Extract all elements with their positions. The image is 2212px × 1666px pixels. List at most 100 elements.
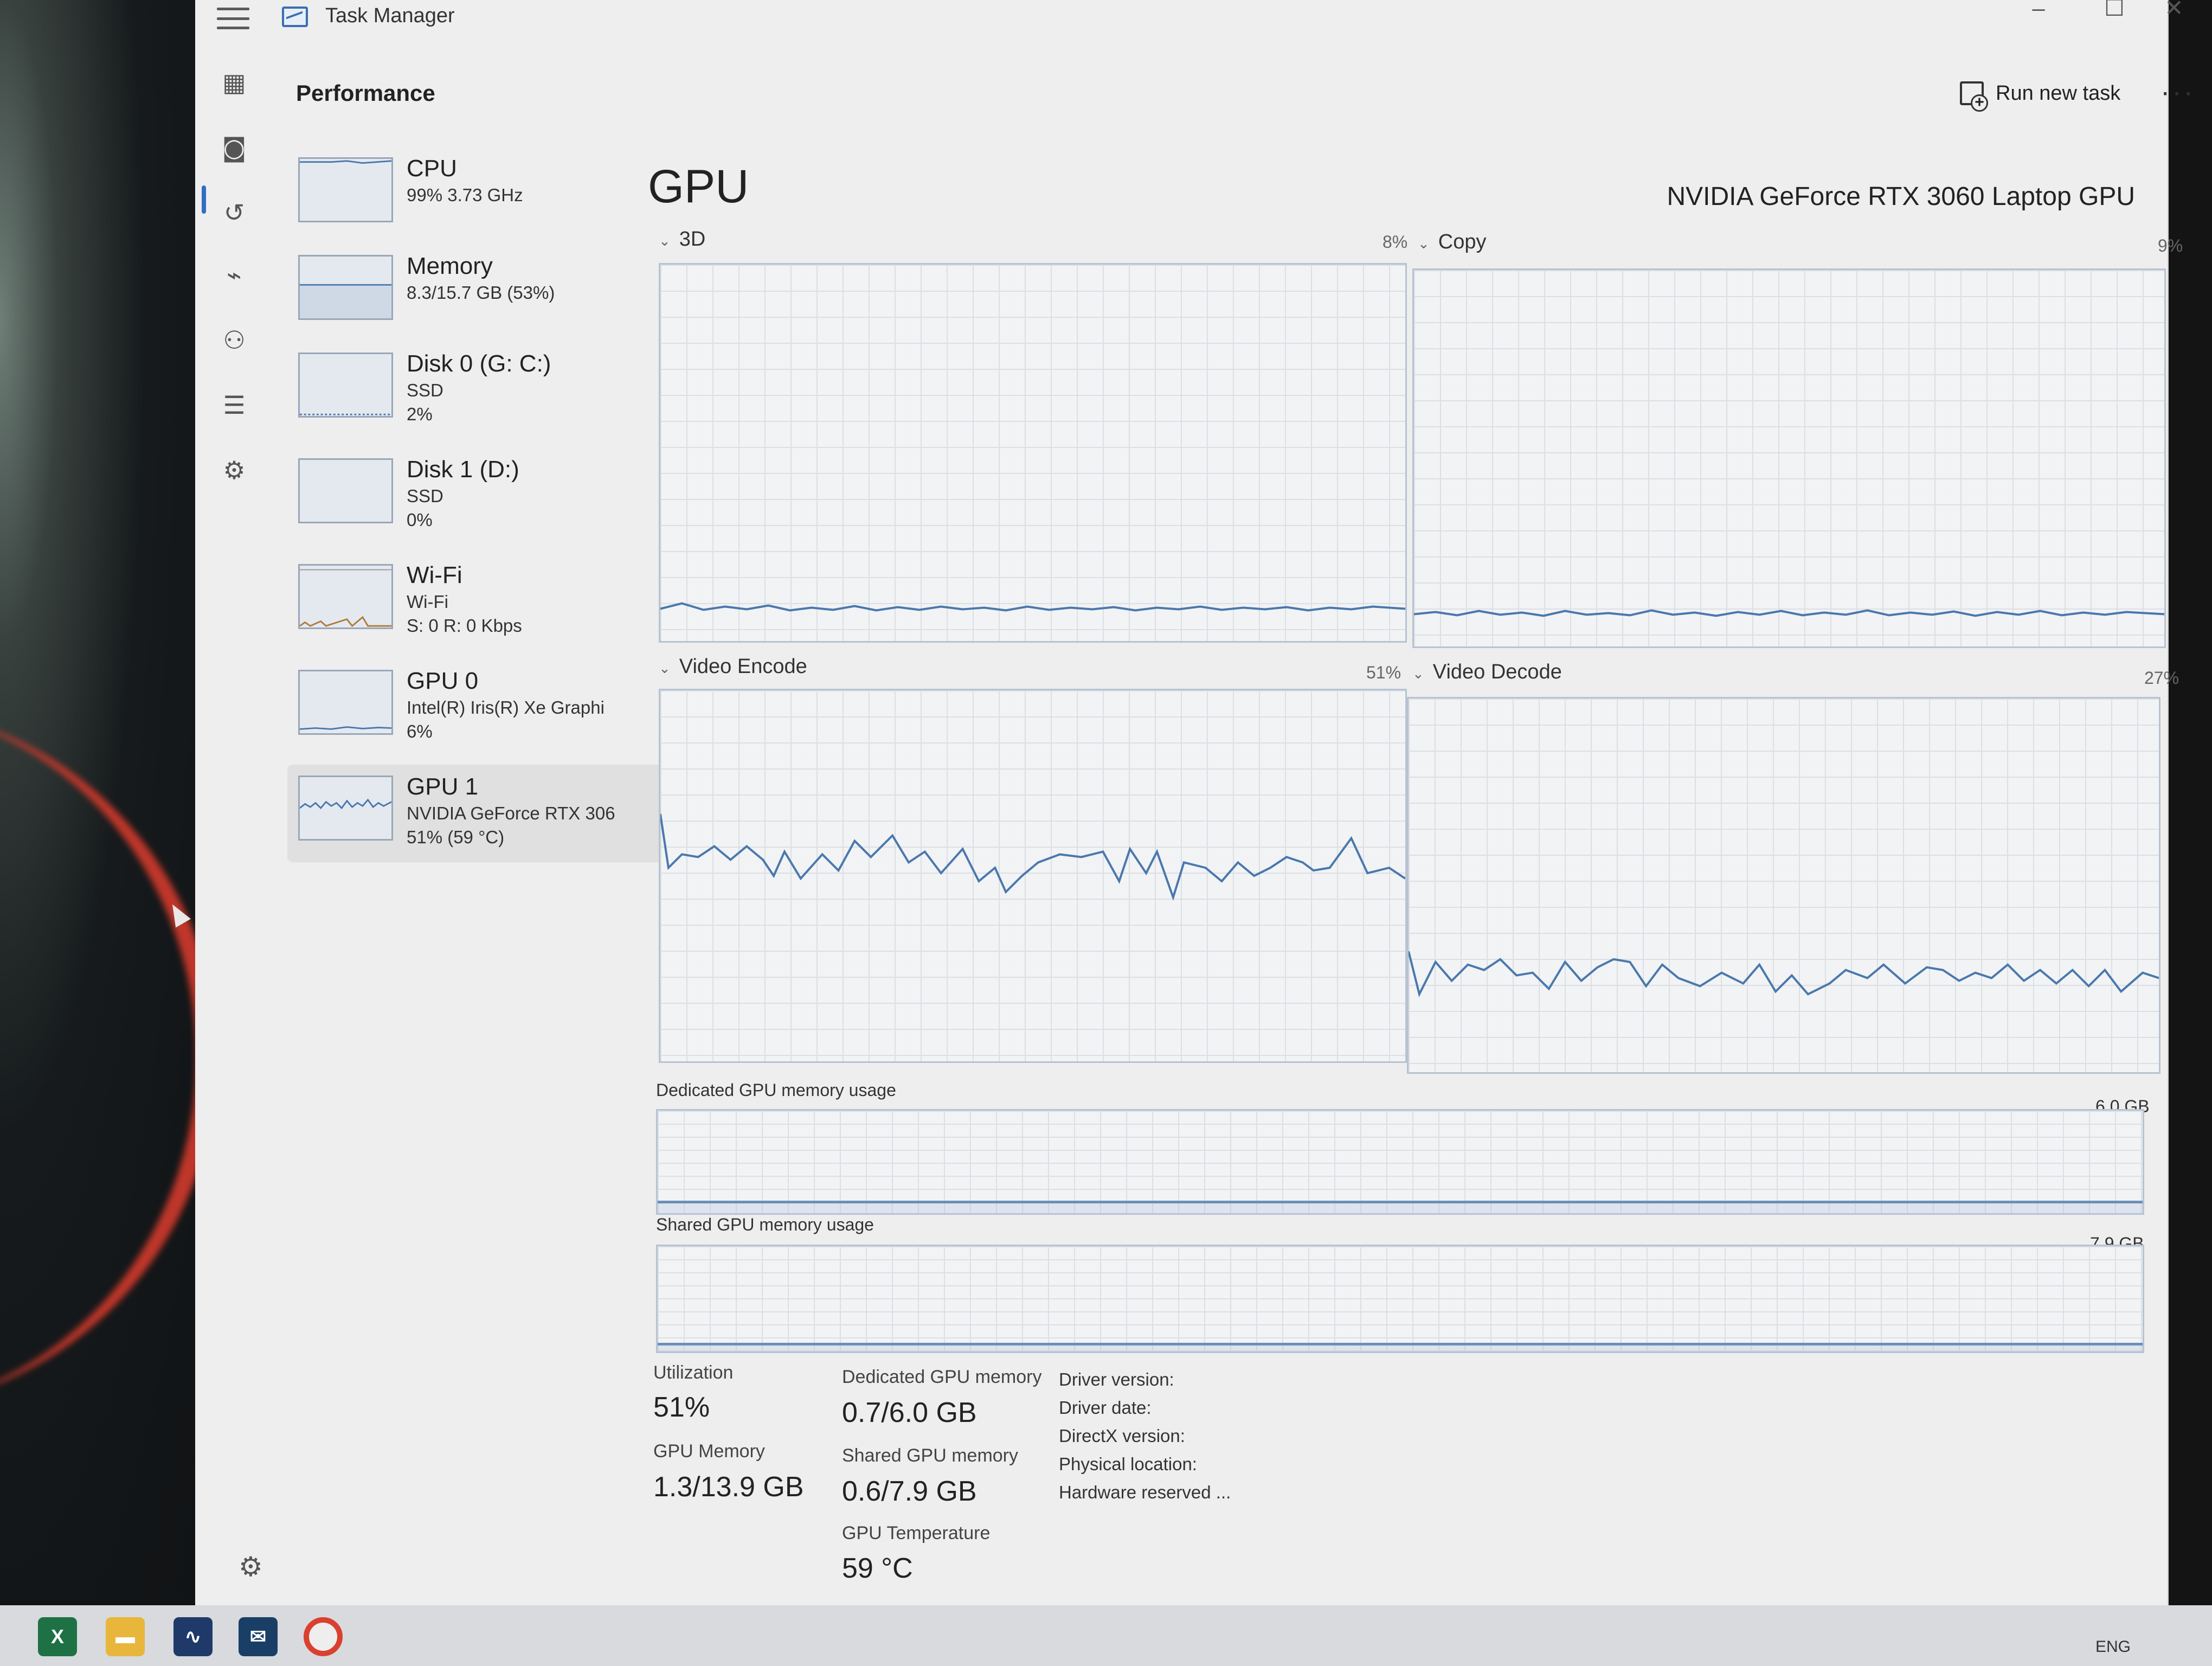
engine-pct: 27% — [2144, 668, 2179, 688]
task-manager-app-icon — [282, 7, 308, 27]
engine-selector-video-encode[interactable]: ⌄ Video Encode — [659, 655, 807, 678]
chevron-down-icon: ⌄ — [659, 233, 671, 249]
engine-selector-video-decode[interactable]: ⌄ Video Decode — [1412, 661, 1562, 684]
task-manager-window: Task Manager – ☐ ✕ ▦ ◙ ↺ ⌁ ⚇ ☰ ⚙ ⚙ Perfo… — [195, 0, 2193, 1605]
device-name: GPU 1 — [407, 773, 479, 800]
engine-selector-copy[interactable]: ⌄ Copy — [1418, 230, 1487, 254]
processes-icon[interactable]: ▦ — [217, 65, 252, 100]
device-name: CPU — [407, 155, 457, 182]
graph-3d — [659, 263, 1407, 643]
physical-location-label: Physical location: — [1059, 1454, 1197, 1474]
disk1-thumbnail — [298, 458, 393, 523]
engine-selector-3d[interactable]: ⌄ 3D — [659, 228, 705, 251]
taskbar: X ▬ ∿ ✉ ENG — [0, 1605, 2212, 1666]
details-icon[interactable]: ☰ — [217, 388, 252, 422]
nav-selection-indicator — [202, 185, 206, 214]
engine-label: 3D — [679, 228, 706, 251]
device-usage: 6% — [407, 721, 433, 741]
gpu0-thumbnail — [298, 670, 393, 735]
hamburger-icon[interactable] — [217, 8, 249, 29]
device-detail: SSD — [407, 486, 443, 506]
gpu-memory-label: GPU Memory — [653, 1441, 765, 1462]
shared-memory-value: 0.6/7.9 GB — [842, 1476, 977, 1507]
device-usage: 2% — [407, 404, 433, 424]
engine-pct: 8% — [1382, 232, 1408, 252]
device-usage: 51% (59 °C) — [407, 827, 505, 847]
directx-version-label: DirectX version: — [1059, 1426, 1185, 1446]
driver-date-label: Driver date: — [1059, 1398, 1152, 1418]
disk0-thumbnail — [298, 353, 393, 418]
device-usage: S: 0 R: 0 Kbps — [407, 616, 522, 636]
run-new-task-label: Run new task — [1996, 81, 2121, 105]
more-options-button[interactable]: ··· — [2160, 76, 2195, 108]
gpu-model-name: NVIDIA GeForce RTX 3060 Laptop GPU — [1667, 182, 2135, 211]
shared-memory-label: Shared GPU memory — [842, 1445, 1018, 1466]
chrome-icon[interactable] — [304, 1617, 343, 1656]
shared-mem-fill — [658, 1343, 2143, 1351]
desktop-wallpaper — [0, 0, 228, 1600]
file-explorer-icon[interactable]: ▬ — [106, 1617, 145, 1656]
run-new-task-button[interactable]: Run new task — [1960, 81, 2121, 112]
memory-thumbnail — [298, 255, 393, 320]
utilization-label: Utilization — [653, 1362, 734, 1383]
nav-rail: ▦ ◙ ↺ ⌁ ⚇ ☰ ⚙ — [195, 49, 271, 1600]
device-detail: Intel(R) Iris(R) Xe Graphi — [407, 697, 605, 717]
device-detail: 8.3/15.7 GB (53%) — [407, 283, 555, 303]
excel-icon[interactable]: X — [38, 1617, 77, 1656]
engine-label: Video Encode — [679, 655, 807, 678]
app-history-icon[interactable]: ↺ — [217, 195, 252, 230]
gpu-memory-value: 1.3/13.9 GB — [653, 1471, 804, 1503]
device-name: Wi-Fi — [407, 562, 462, 588]
title-bar: Task Manager – ☐ ✕ — [195, 0, 2184, 38]
dedicated-mem-label: Dedicated GPU memory usage — [656, 1080, 896, 1100]
cpu-thumbnail — [298, 157, 393, 222]
wifi-thumbnail — [298, 564, 393, 629]
device-detail: NVIDIA GeForce RTX 306 — [407, 803, 615, 823]
engine-label: Video Decode — [1432, 661, 1562, 683]
performance-icon[interactable]: ◙ — [217, 130, 252, 165]
window-title: Task Manager — [325, 4, 455, 27]
wallpaper-arc — [0, 705, 217, 1410]
mail-icon[interactable]: ✉ — [239, 1617, 278, 1656]
chevron-down-icon: ⌄ — [659, 660, 671, 676]
settings-icon[interactable]: ⚙ — [239, 1551, 263, 1582]
maximize-button[interactable]: ☐ — [2087, 0, 2142, 22]
engine-pct: 9% — [2158, 236, 2183, 255]
hardware-reserved-label: Hardware reserved ... — [1059, 1482, 1231, 1502]
gpu1-thumbnail — [298, 776, 393, 841]
shared-mem-label: Shared GPU memory usage — [656, 1215, 874, 1234]
device-detail: 99% 3.73 GHz — [407, 185, 523, 205]
chevron-down-icon: ⌄ — [1412, 665, 1424, 682]
device-name: Disk 0 (G: C:) — [407, 350, 551, 377]
device-detail: SSD — [407, 380, 443, 400]
page-title: Performance — [296, 80, 435, 106]
run-task-icon — [1960, 81, 1988, 112]
driver-version-label: Driver version: — [1059, 1369, 1174, 1389]
dedicated-mem-graph — [656, 1109, 2144, 1215]
close-button[interactable]: ✕ — [2158, 0, 2190, 22]
engine-label: Copy — [1438, 230, 1487, 253]
dedicated-mem-fill — [658, 1201, 2143, 1213]
device-usage: 0% — [407, 510, 433, 530]
graph-video-decode — [1407, 697, 2160, 1074]
gpu-temperature-value: 59 °C — [842, 1553, 913, 1584]
services-icon[interactable]: ⚙ — [217, 453, 252, 488]
utilization-value: 51% — [653, 1392, 710, 1423]
gpu-temperature-label: GPU Temperature — [842, 1523, 991, 1543]
chevron-down-icon: ⌄ — [1418, 235, 1430, 252]
minimize-button[interactable]: – — [2011, 0, 2066, 22]
device-detail: Wi-Fi — [407, 592, 448, 612]
device-name: GPU 0 — [407, 668, 479, 694]
graph-copy — [1412, 268, 2166, 648]
shared-mem-graph — [656, 1245, 2144, 1353]
gpu-title: GPU — [648, 161, 749, 213]
startup-apps-icon[interactable]: ⌁ — [217, 258, 252, 292]
task-manager-taskbar-icon[interactable]: ∿ — [173, 1617, 213, 1656]
users-icon[interactable]: ⚇ — [217, 323, 252, 357]
graph-video-encode — [659, 689, 1407, 1063]
device-name: Disk 1 (D:) — [407, 456, 519, 483]
dedicated-memory-label: Dedicated GPU memory — [842, 1367, 1042, 1387]
device-name: Memory — [407, 253, 493, 279]
engine-pct: 51% — [1366, 663, 1401, 682]
language-indicator[interactable]: ENG — [2095, 1638, 2131, 1656]
